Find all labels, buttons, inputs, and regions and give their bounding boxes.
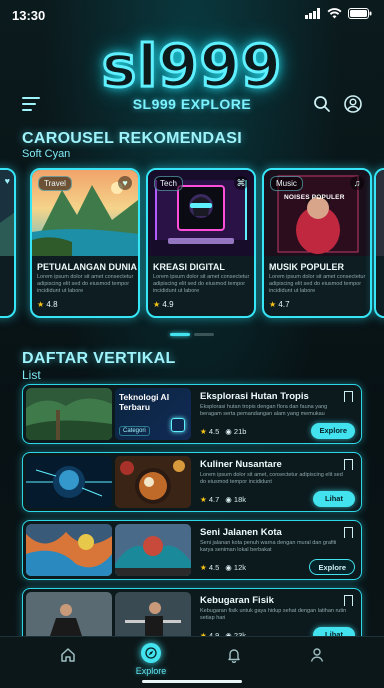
star-icon: ★	[153, 300, 161, 309]
bookmark-icon[interactable]	[344, 391, 353, 405]
star-icon: ★	[200, 563, 207, 572]
carousel-title: CAROUSEL REKOMENDASI	[22, 130, 242, 147]
ai-brain-thumbnail	[26, 456, 112, 508]
carousel[interactable]: ♥ Travel ♥ PETUALANGAN DUNIA Lorem ipsum…	[0, 168, 384, 320]
home-icon	[61, 648, 75, 662]
card-tag: Travel	[38, 176, 72, 191]
item-meta: ★ 4.5 ◉ 12k	[200, 563, 246, 572]
item-description: Seni jalanan kota penuh warna dengan mur…	[200, 540, 337, 553]
thumb-label: Teknologi AI Terbaru	[119, 392, 170, 412]
star-icon: ★	[200, 427, 207, 436]
wifi-icon	[327, 8, 342, 19]
view-button[interactable]: Lihat	[313, 491, 355, 507]
item-meta: ★ 4.5 ◉ 21b	[200, 427, 247, 436]
card-rating: ★ 4.7	[269, 300, 290, 309]
card-rating: ★ 4.8	[37, 300, 58, 309]
nav-home[interactable]	[48, 647, 88, 665]
gamepad-icon[interactable]: ⌘	[234, 176, 248, 190]
search-icon[interactable]	[313, 95, 331, 113]
battery-icon	[348, 8, 372, 19]
pagination-dot[interactable]	[194, 333, 214, 336]
graffiti-thumbnail	[115, 524, 191, 576]
user-icon	[310, 648, 324, 662]
status-time: 13:30	[12, 7, 46, 23]
status-icons	[305, 8, 372, 19]
carousel-card-partial-left[interactable]: ♥	[0, 168, 16, 318]
card-rating: ★ 4.9	[153, 300, 174, 309]
bookmark-icon[interactable]	[344, 595, 353, 609]
forest-thumbnail	[26, 388, 112, 440]
heart-icon[interactable]: ♥	[118, 176, 132, 190]
item-title: Kebugaran Fisik	[200, 595, 274, 606]
card-title: KREASI DIGITAL	[153, 262, 225, 272]
pagination-dot-active[interactable]	[170, 333, 190, 336]
carousel-card[interactable]: Tech ⌘ KREASI DIGITAL Lorem ipsum dolor …	[146, 168, 256, 318]
bookmark-icon[interactable]	[344, 527, 353, 541]
card-title: MUSIK POPULER	[269, 262, 345, 272]
music-note-icon[interactable]: ♫	[350, 176, 364, 190]
explore-button[interactable]: Explore	[309, 559, 355, 575]
item-description: Lorem ipsum dolor sit amet, consectetur …	[200, 472, 343, 485]
item-title: Eksplorasi Hutan Tropis	[200, 391, 309, 402]
ai-thumbnail: Teknologi AI Terbaru Categori	[115, 388, 191, 440]
list-item[interactable]: Kuliner Nusantare Lorem ipsum dolor sit …	[22, 452, 362, 512]
nav-notifications[interactable]	[214, 647, 254, 665]
bookmark-icon[interactable]	[344, 459, 353, 473]
star-icon: ★	[200, 495, 207, 504]
nav-explore-label: Explore	[135, 666, 167, 676]
carousel-card[interactable]: NOISES POPULER Music ♫ MUSIK POPULER Lor…	[262, 168, 372, 318]
list-title: DAFTAR VERTIKAL	[22, 350, 176, 367]
star-icon: ★	[269, 300, 277, 309]
item-description: Eksplorasi hutan tropis dengan flora dan…	[200, 404, 328, 417]
chip-icon	[171, 418, 185, 432]
heart-icon: ♥	[4, 176, 10, 186]
card-description: Lorem ipsum dolor sit amet consectetur a…	[153, 274, 250, 294]
compass-icon	[141, 643, 161, 663]
nav-explore[interactable]: Explore	[131, 643, 171, 676]
signal-icon	[305, 8, 320, 19]
item-meta: ★ 4.7 ◉ 18k	[200, 495, 246, 504]
carousel-subtitle: Soft Cyan	[22, 148, 71, 160]
card-title: PETUALANGAN DUNIA	[37, 262, 137, 272]
bell-icon	[228, 649, 240, 664]
mural-thumbnail	[26, 524, 112, 576]
card-description: Lorem ipsum dolor sit amet consectetur a…	[37, 274, 134, 294]
card-tag: Tech	[154, 176, 183, 191]
list-item[interactable]: Seni Jalanen Kota Seni jalanan kota penu…	[22, 520, 362, 580]
eye-icon: ◉	[225, 495, 232, 504]
explore-button[interactable]: Explore	[311, 423, 355, 439]
carousel-card[interactable]: Travel ♥ PETUALANGAN DUNIA Lorem ipsum d…	[30, 168, 140, 318]
list-item[interactable]: Teknologi AI Terbaru Categori Eksplorasi…	[22, 384, 362, 444]
carousel-card-partial-right[interactable]	[374, 168, 384, 318]
star-icon: ★	[37, 300, 45, 309]
item-title: Kuliner Nusantare	[200, 459, 282, 470]
top-bar: SL999 EXPLORE	[0, 90, 384, 120]
eye-icon: ◉	[225, 427, 232, 436]
list-subtitle: List	[22, 368, 41, 382]
eye-icon: ◉	[225, 563, 232, 572]
thumb-caption: Categori	[119, 426, 150, 436]
food-thumbnail	[115, 456, 191, 508]
home-indicator	[142, 680, 242, 683]
poster-text: NOISES POPULER	[284, 194, 345, 201]
profile-icon[interactable]	[344, 95, 362, 113]
card-description: Lorem ipsum dolor sit amet consectetur a…	[269, 274, 366, 294]
item-title: Seni Jalanen Kota	[200, 527, 282, 538]
card-tag: Music	[270, 176, 303, 191]
item-description: Kebugaran fisik untuk gaya hidup sehat d…	[200, 608, 347, 621]
nav-profile[interactable]	[297, 647, 337, 665]
carousel-pagination	[170, 333, 214, 336]
